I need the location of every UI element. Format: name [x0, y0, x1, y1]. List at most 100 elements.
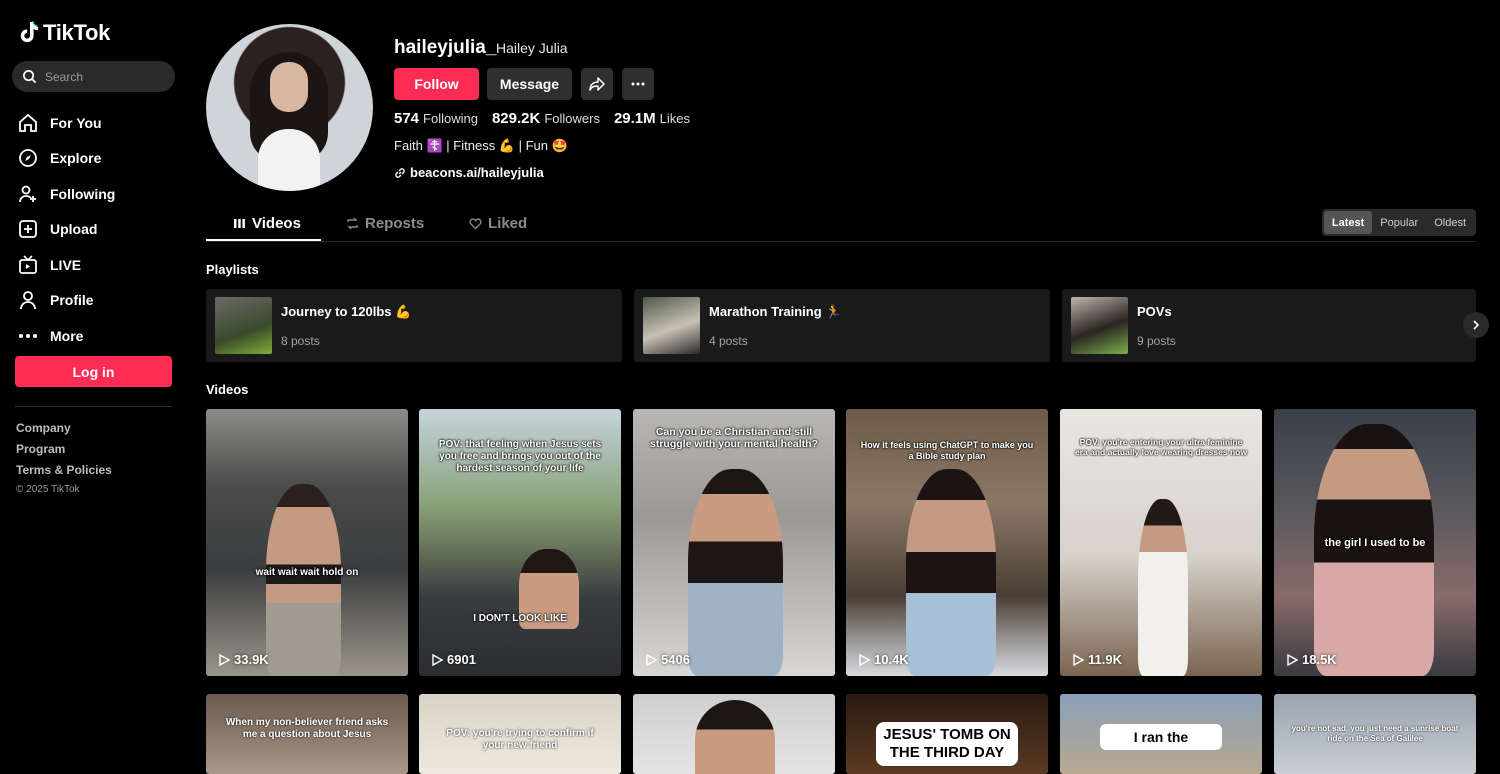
sidebar-item-more[interactable]: More: [18, 318, 178, 354]
profile-bio: Faith ☦️ | Fitness 💪 | Fun 🤩: [394, 138, 568, 153]
sidebar-item-explore[interactable]: Explore: [18, 141, 178, 177]
app-name: TikTok: [43, 20, 111, 45]
playlist-card[interactable]: Journey to 120lbs 💪 8 posts: [206, 289, 622, 362]
video-card[interactable]: When my non-believer friend asks me a qu…: [206, 694, 408, 774]
message-button[interactable]: Message: [487, 68, 572, 100]
video-views: 6901: [431, 652, 476, 667]
tiktok-logo[interactable]: TikTok: [18, 20, 110, 46]
following-count: 574: [394, 110, 420, 127]
sidebar-item-label: Profile: [50, 292, 94, 309]
tab-videos[interactable]: Videos: [233, 215, 301, 232]
playlist-card[interactable]: POVs 9 posts: [1062, 289, 1476, 362]
avatar[interactable]: [206, 24, 373, 191]
video-card[interactable]: POV: you're entering your ultra feminine…: [1060, 409, 1262, 676]
view-count: 11.9K: [1088, 652, 1122, 667]
sort-oldest[interactable]: Oldest: [1426, 211, 1474, 234]
video-thumbnail-figure: [695, 700, 775, 774]
sidebar-item-live[interactable]: LIVE: [18, 247, 178, 283]
profile-link-text: beacons.ai/haileyjulia: [410, 165, 544, 180]
video-card[interactable]: JESUS' TOMB ON THE THIRD DAY: [846, 694, 1048, 774]
sort-popular[interactable]: Popular: [1372, 211, 1426, 234]
video-card[interactable]: POV: that feeling when Jesus sets you fr…: [419, 409, 621, 676]
person-icon: [20, 291, 36, 310]
sidebar-footer: Company Program Terms & Policies © 2025 …: [16, 420, 112, 495]
footer-link-program[interactable]: Program: [16, 441, 112, 462]
video-caption: POV: that feeling when Jesus sets you fr…: [438, 439, 602, 474]
footer-link-terms[interactable]: Terms & Policies: [16, 462, 112, 483]
sidebar-item-upload[interactable]: Upload: [18, 212, 178, 248]
video-card[interactable]: Can you be a Christian and still struggl…: [633, 409, 835, 676]
playlist-title: Journey to 120lbs 💪: [281, 304, 412, 319]
active-tab-indicator: [206, 239, 321, 241]
search-input[interactable]: [45, 69, 165, 84]
avatar-shirt: [258, 129, 320, 191]
sidebar-item-label: Explore: [50, 150, 102, 167]
profile-main: haileyjulia_ Hailey Julia Follow Message…: [206, 0, 1489, 774]
follow-button[interactable]: Follow: [394, 68, 479, 100]
view-count: 18.5K: [1302, 652, 1337, 667]
home-icon: [19, 113, 37, 132]
heart-icon: [469, 218, 482, 230]
video-views: 11.9K: [1072, 652, 1122, 667]
playlists-heading: Playlists: [206, 262, 259, 277]
stat-following[interactable]: 574 Following: [394, 110, 478, 127]
playlist-post-count: 9 posts: [1137, 334, 1176, 348]
sidebar-item-for-you[interactable]: For You: [18, 105, 178, 141]
copyright: © 2025 TikTok: [16, 484, 80, 495]
video-caption: I ran the: [1100, 724, 1222, 750]
footer-link-company[interactable]: Company: [16, 420, 112, 441]
view-count: 10.4K: [874, 652, 909, 667]
video-card[interactable]: you're not sad, you just need a sunrise …: [1274, 694, 1476, 774]
video-card[interactable]: [633, 694, 835, 774]
sidebar-item-profile[interactable]: Profile: [18, 283, 178, 319]
profile-link[interactable]: beacons.ai/haileyjulia: [394, 165, 544, 180]
following-label: Following: [423, 111, 478, 126]
video-card[interactable]: How it feels using ChatGPT to make you a…: [846, 409, 1048, 676]
video-card[interactable]: wait wait wait hold on 33.9K: [206, 409, 408, 676]
video-caption: How it feels using ChatGPT to make you a…: [860, 440, 1034, 461]
video-card[interactable]: I ran the: [1060, 694, 1262, 774]
content-tabs: Videos Reposts Liked Latest Popular Olde…: [206, 206, 1476, 242]
video-views: 5406: [645, 652, 690, 667]
video-card[interactable]: POV: you're trying to confirm if your ne…: [419, 694, 621, 774]
playlist-thumbnail: [1071, 297, 1128, 354]
tiktok-logo-icon: [20, 21, 39, 43]
video-card[interactable]: the girl I used to be 18.5K: [1274, 409, 1476, 676]
play-icon: [219, 653, 230, 666]
tab-liked[interactable]: Liked: [469, 215, 527, 232]
video-caption: POV: you're entering your ultra feminine…: [1075, 437, 1247, 457]
playlists-next-button[interactable]: [1463, 312, 1489, 338]
likes-label: Likes: [659, 111, 691, 126]
link-icon: [395, 167, 405, 178]
stat-likes: 29.1M Likes: [614, 110, 690, 127]
video-views: 10.4K: [858, 652, 909, 667]
sidebar-item-label: Upload: [50, 221, 98, 238]
play-icon: [646, 653, 657, 666]
video-views: 33.9K: [218, 652, 269, 667]
login-button[interactable]: Log in: [15, 356, 172, 387]
playlist-thumbnail: [215, 297, 272, 354]
followers-label: Followers: [544, 111, 600, 126]
more-horizontal-icon: [631, 82, 645, 86]
sort-latest[interactable]: Latest: [1323, 211, 1373, 234]
search-bar[interactable]: [12, 61, 175, 92]
tab-label: Videos: [252, 215, 301, 232]
videos-heading: Videos: [206, 382, 249, 397]
user-plus-icon: [19, 185, 36, 202]
video-caption: POV: you're trying to confirm if your ne…: [446, 728, 594, 751]
profile-username: haileyjulia_: [394, 37, 497, 58]
more-options-button[interactable]: [622, 68, 654, 100]
search-icon: [23, 70, 37, 84]
tab-reposts[interactable]: Reposts: [346, 215, 424, 232]
video-caption: Can you be a Christian and still struggl…: [649, 426, 818, 450]
playlist-card[interactable]: Marathon Training 🏃 4 posts: [634, 289, 1050, 362]
video-caption: you're not sad, you just need a sunrise …: [1291, 724, 1459, 743]
video-caption: wait wait wait hold on: [255, 567, 359, 578]
share-button[interactable]: [581, 68, 613, 100]
playlist-title: POVs: [1137, 304, 1172, 319]
sidebar-item-following[interactable]: Following: [18, 176, 178, 212]
grid-icon: [234, 219, 245, 228]
sidebar-item-label: For You: [50, 114, 102, 131]
stat-followers[interactable]: 829.2K Followers: [492, 110, 600, 127]
repost-icon: [347, 217, 358, 230]
